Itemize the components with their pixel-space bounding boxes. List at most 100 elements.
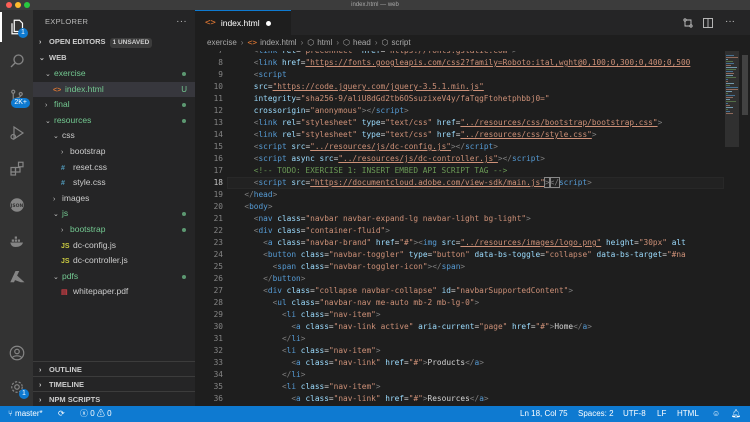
tree-folder[interactable]: › final [33, 97, 195, 113]
cursor-position[interactable]: Ln 18, Col 75 [520, 406, 568, 422]
code-line[interactable]: 10 src="https://code.jquery.com/jquery-3… [195, 81, 725, 93]
tree-folder[interactable]: ⌄ resources [33, 113, 195, 129]
tab-index-html[interactable]: <> index.html [195, 10, 291, 35]
split-editor-icon[interactable] [702, 16, 714, 28]
extensions-activity[interactable] [0, 154, 33, 184]
code-token: "stylesheet" [300, 130, 362, 139]
code-token: "https://fonts.gstatic.com" [385, 51, 512, 55]
account-icon [9, 345, 24, 361]
tree-folder[interactable]: ⌄ css [33, 128, 195, 144]
code-line[interactable]: 29 <li class="nav-item"> [195, 309, 725, 321]
tree-file[interactable]: <> index.html U [33, 81, 195, 98]
code-line[interactable]: 8 <link href="https://fonts.googleapis.c… [195, 57, 725, 69]
scrollbar-thumb[interactable] [742, 55, 748, 115]
code-token: "../resources/css/style.css" [460, 130, 592, 139]
npm-scripts-label: NPM SCRIPTS [49, 395, 101, 404]
tree-folder[interactable]: › bootstrap [33, 144, 195, 160]
breadcrumb-item[interactable]: index.html [260, 38, 296, 47]
tree-file[interactable]: # reset.css [33, 160, 195, 176]
feedback-icon[interactable]: ☺ [712, 406, 720, 422]
code-line[interactable]: 14 <link rel="stylesheet" type="text/css… [195, 129, 725, 141]
open-editors-section[interactable]: › OPEN EDITORS 1 UNSAVED [33, 34, 195, 50]
search-activity[interactable] [0, 46, 33, 76]
code-line[interactable]: 30 <a class="nav-link active" aria-curre… [195, 321, 725, 333]
breadcrumb-item[interactable]: head [353, 38, 371, 47]
branch-status[interactable]: ⑂ master* [8, 406, 43, 422]
sync-icon[interactable]: ⟳ [58, 406, 65, 422]
language-mode[interactable]: HTML [677, 406, 699, 422]
tree-folder[interactable]: › images [33, 191, 195, 207]
code-line[interactable]: 24 <button class="navbar-toggler" type="… [195, 249, 725, 261]
tree-folder[interactable]: ⌄ exercise [33, 66, 195, 82]
activity-bar: 1 2K+ JSON 1 [0, 10, 33, 406]
errors-count: 0 [90, 409, 95, 418]
minimap[interactable] [725, 51, 739, 406]
code-line[interactable]: 34 </li> [195, 369, 725, 381]
docker-activity[interactable] [0, 226, 33, 256]
code-line[interactable]: 22 <div class="container-fluid"> [195, 225, 725, 237]
timeline-section[interactable]: › TIMELINE [33, 376, 195, 391]
code-line[interactable]: 12 crossorigin="anonymous"></script> [195, 105, 725, 117]
code-token: height [605, 238, 635, 247]
tree-folder[interactable]: ⌄ js [33, 206, 195, 222]
tree-folder[interactable]: › bootstrap [33, 222, 195, 238]
npm-scripts-section[interactable]: › NPM SCRIPTS [33, 391, 195, 406]
code-line[interactable]: 20 <body> [195, 201, 725, 213]
code-token: class [305, 394, 329, 403]
code-line[interactable]: 26 </button> [195, 273, 725, 285]
code-line[interactable]: 35 <li class="nav-item"> [195, 381, 725, 393]
code-line[interactable]: 21 <nav class="navbar navbar-expand-lg n… [195, 213, 725, 225]
code-editor[interactable]: 7 <link rel="preconnect" href="https://f… [195, 51, 750, 406]
git-modified-dot-icon [182, 103, 186, 108]
code-line[interactable]: 23 <a class="navbar-brand" href="#"><img… [195, 237, 725, 249]
json-activity[interactable]: JSON [0, 190, 33, 220]
accounts-activity[interactable] [0, 338, 33, 368]
code-line[interactable]: 36 <a class="nav-link" href="#">Resource… [195, 393, 725, 405]
code-line[interactable]: 17 <!-- TODO: EXERCISE 1: INSERT EMBED A… [195, 165, 725, 177]
code-line[interactable]: 33 <a class="nav-link" href="#">Products… [195, 357, 725, 369]
editor-scrollbar[interactable] [740, 51, 750, 406]
tree-folder[interactable]: ⌄ pdfs [33, 269, 195, 285]
code-line[interactable]: 15 <script src="../resources/js/dc-confi… [195, 141, 725, 153]
breadcrumb-item[interactable]: html [317, 38, 332, 47]
tree-file[interactable]: JS dc-config.js [33, 238, 195, 254]
breadcrumb-item[interactable]: exercise [207, 38, 237, 47]
code-token: nav [258, 214, 278, 223]
manage-activity[interactable]: 1 [0, 372, 33, 402]
code-token: "nav-item" [328, 310, 376, 319]
more-actions-icon[interactable]: ··· [725, 16, 737, 28]
code-line[interactable]: 13 <link rel="stylesheet" type="text/css… [195, 117, 725, 129]
compare-changes-icon[interactable] [682, 16, 694, 28]
tree-file[interactable]: # style.css [33, 175, 195, 191]
code-line[interactable]: 25 <span class="navbar-toggler-icon"></s… [195, 261, 725, 273]
code-line[interactable]: 16 <script async src="../resources/js/dc… [195, 153, 725, 165]
code-token: > [267, 202, 273, 211]
source-control-activity[interactable]: 2K+ [0, 82, 33, 112]
code-line[interactable]: 18 <script src="https://documentcloud.ad… [195, 177, 725, 189]
azure-activity[interactable] [0, 262, 33, 292]
code-line[interactable]: 32 <li class="nav-item"> [195, 345, 725, 357]
notifications-icon[interactable]: 🔔︎ [731, 406, 741, 422]
tree-file[interactable]: JS dc-controller.js [33, 253, 195, 269]
code-line[interactable]: 19 </head> [195, 189, 725, 201]
end-of-line[interactable]: LF [657, 406, 666, 422]
indentation[interactable]: Spaces: 2 [578, 406, 614, 422]
explorer-activity[interactable]: 1 [0, 12, 33, 42]
code-line[interactable]: 28 <ul class="navbar-nav me-auto mb-2 mb… [195, 297, 725, 309]
breadcrumb-item[interactable]: script [391, 38, 410, 47]
workspace-section[interactable]: ⌄ WEB [33, 50, 195, 66]
outline-section[interactable]: › OUTLINE [33, 361, 195, 376]
run-debug-activity[interactable] [0, 118, 33, 148]
code-token: "navbarSupportedContent" [455, 286, 569, 295]
code-line[interactable]: 11 integrity="sha256-9/aliU8dGd2tb6OSsuz… [195, 93, 725, 105]
code-token: script [465, 142, 494, 151]
code-line[interactable]: 9 <script [195, 69, 725, 81]
encoding[interactable]: UTF-8 [623, 406, 646, 422]
more-actions-icon[interactable]: ··· [176, 10, 187, 34]
problems-status[interactable]: ⓧ 0 ⚠ 0 [80, 406, 112, 422]
tree-file[interactable]: ▤ whitepaper.pdf [33, 284, 195, 300]
code-line[interactable]: 31 </li> [195, 333, 725, 345]
code-line[interactable]: 27 <div class="collapse navbar-collapse"… [195, 285, 725, 297]
code-token: aria-current [418, 322, 475, 331]
